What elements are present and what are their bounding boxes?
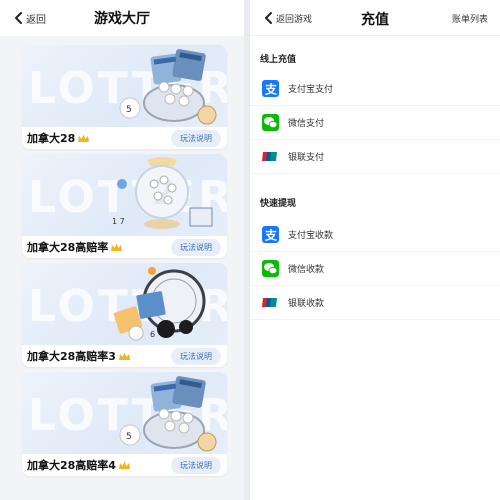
game-banner: LOTTERY 6 [22,263,227,345]
lottery-cage-illustration: 5 [119,376,217,452]
game-card[interactable]: LOTTERY 5 加拿大28高赔率 [22,372,227,476]
unionpay-icon [262,298,277,307]
game-name: 加拿大28高赔率3 [27,350,116,363]
game-banner: LOTTERY 2 1 7 [22,154,227,236]
quick-withdraw-heading: 快速提现 [260,199,297,209]
svg-text:支: 支 [264,228,278,243]
alipay-receive-option[interactable]: 支 支付宝收款 [250,218,500,252]
online-recharge-heading: 线上充值 [260,55,297,65]
wechat-icon [262,260,279,277]
svg-text:5: 5 [126,432,132,442]
game-card[interactable]: LOTTERY 6 加拿大28高赔率3 玩法说明 [22,263,227,367]
crown-icon [78,134,90,142]
game-card-footer: 加拿大28高赔率 玩法说明 [22,236,227,258]
unionpay-pay-option[interactable]: 银联支付 [250,140,500,174]
crown-icon [118,461,130,469]
lottery-globe-illustration: 2 1 7 [112,157,213,229]
option-label: 微信收款 [288,265,325,275]
rules-button[interactable]: 玩法说明 [171,239,221,256]
option-label: 支付宝收款 [288,231,334,241]
game-card[interactable]: LOTTERY 2 1 7 加拿大28高赔率 [22,154,227,258]
alipay-pay-option[interactable]: 支 支付宝支付 [250,72,500,106]
svg-text:6: 6 [150,330,155,339]
svg-text:1 7: 1 7 [112,217,125,226]
chevron-left-icon [15,12,22,24]
alipay-icon: 支 [262,80,279,97]
option-label: 微信支付 [288,119,325,129]
game-banner: LOTTERY 5 [22,45,227,127]
option-label: 银联收款 [288,299,325,309]
game-name: 加拿大28高赔率4 [27,459,116,472]
unionpay-receive-option[interactable]: 银联收款 [250,286,500,320]
recharge-header: 返回游戏 充值 账单列表 [250,0,500,36]
wechat-icon [262,114,279,131]
hall-back-button[interactable]: 返回 [12,10,46,26]
svg-text:5: 5 [126,105,132,115]
game-card-footer: 加拿大28 玩法说明 [22,127,227,149]
game-name: 加拿大28高赔率 [27,241,109,254]
hall-header: 返回 游戏大厅 [0,0,244,36]
recharge-panel: 返回游戏 充值 账单列表 线上充值 支 支付宝支付 微信支付 银联支付 快速提现… [250,0,500,500]
hall-back-label: 返回 [26,14,46,26]
game-hall-panel: 返回 游戏大厅 LOTTERY [0,0,244,500]
rules-button[interactable]: 玩法说明 [171,130,221,147]
game-name: 加拿大28 [27,132,76,145]
game-card-footer: 加拿大28高赔率3 玩法说明 [22,345,227,367]
wechat-pay-option[interactable]: 微信支付 [250,106,500,140]
crown-icon [111,243,123,251]
game-card-footer: 加拿大28高赔率4 玩法说明 [22,454,227,476]
rules-button[interactable]: 玩法说明 [171,457,221,474]
crown-icon [118,352,130,360]
option-label: 银联支付 [288,153,325,163]
lottery-wheel-illustration: 6 [113,267,206,341]
lottery-cage-illustration: 5 [119,49,217,125]
unionpay-icon [262,152,277,161]
game-card[interactable]: LOTTERY 5 加拿大28 [22,45,227,149]
game-banner: LOTTERY 5 [22,372,227,454]
svg-text:支: 支 [264,82,278,97]
alipay-icon: 支 [262,226,279,243]
account-list-link[interactable]: 账单列表 [452,12,488,25]
option-label: 支付宝支付 [288,85,334,95]
rules-button[interactable]: 玩法说明 [171,348,221,365]
wechat-receive-option[interactable]: 微信收款 [250,252,500,286]
